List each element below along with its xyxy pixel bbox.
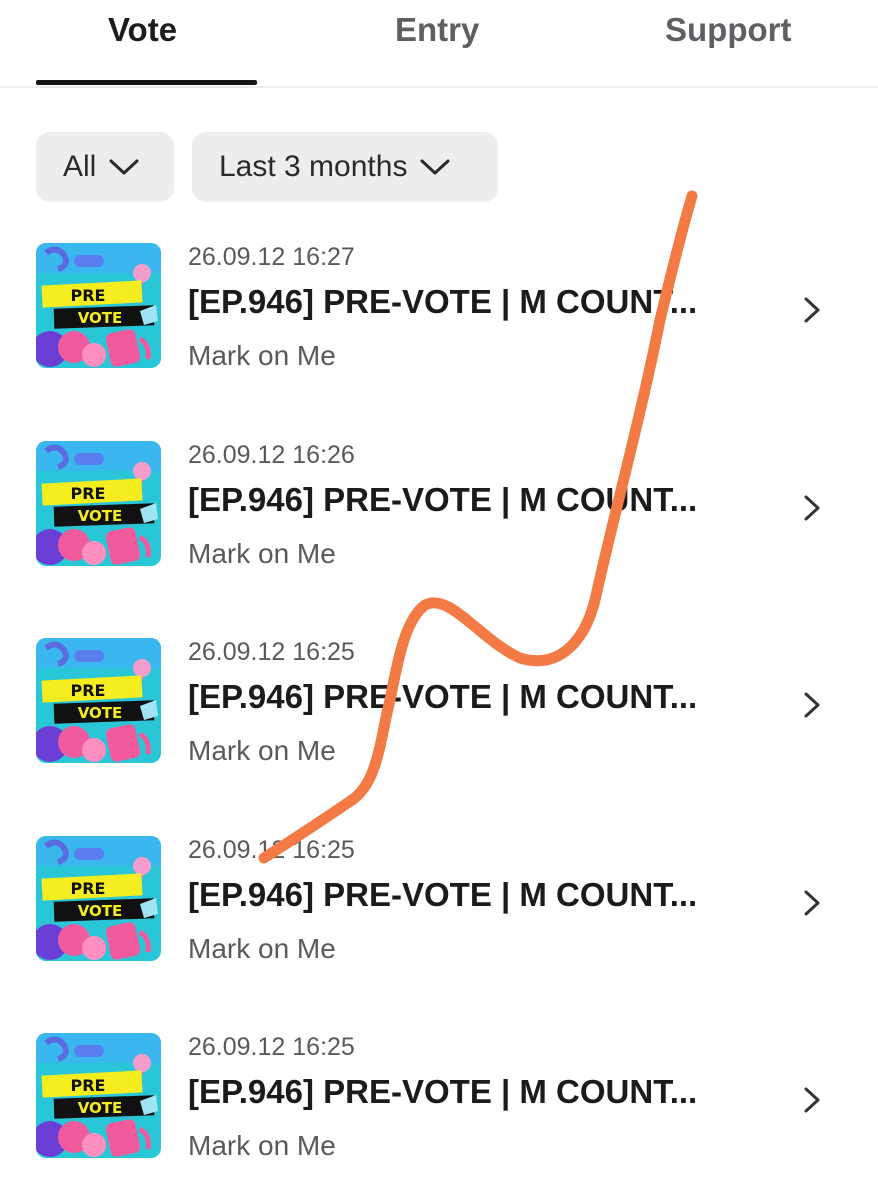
item-date: 26.09.12 16:26 bbox=[188, 441, 355, 469]
item-title: [EP.946] PRE-VOTE | M COUNT... bbox=[188, 1073, 698, 1110]
list-item[interactable]: PRE VOTE 26.09.12 16:25 [EP.946] PRE-VOTE… bbox=[0, 836, 878, 1006]
filter-period-label: Last 3 months bbox=[219, 150, 408, 183]
item-date: 26.09.12 16:25 bbox=[188, 1033, 355, 1061]
item-date: 26.09.12 16:25 bbox=[188, 836, 355, 864]
list-item[interactable]: PRE VOTE 26.09.12 16:25 [EP.946] PRE-VOTE… bbox=[0, 638, 878, 808]
vote-thumbnail: PRE VOTE bbox=[36, 638, 161, 763]
thumb-line1: PRE bbox=[71, 484, 106, 503]
vote-thumbnail: PRE VOTE bbox=[36, 836, 161, 961]
item-title: [EP.946] PRE-VOTE | M COUNT... bbox=[188, 876, 698, 913]
item-date: 26.09.12 16:25 bbox=[188, 638, 355, 666]
tab-support[interactable]: Support bbox=[665, 10, 791, 50]
item-artist: Mark on Me bbox=[188, 538, 336, 569]
item-title: [EP.946] PRE-VOTE | M COUNT... bbox=[188, 481, 698, 518]
vote-thumbnail: PRE VOTE bbox=[36, 1033, 161, 1158]
item-artist: Mark on Me bbox=[188, 933, 336, 964]
tab-bar: Vote Entry Support bbox=[0, 0, 878, 88]
thumb-line1: PRE bbox=[71, 681, 106, 700]
filter-type-label: All bbox=[63, 150, 97, 183]
tab-entry[interactable]: Entry bbox=[395, 10, 479, 50]
thumb-line1: PRE bbox=[71, 879, 106, 898]
item-title: [EP.946] PRE-VOTE | M COUNT... bbox=[188, 283, 698, 320]
thumb-line1: PRE bbox=[71, 1076, 106, 1095]
thumb-line2: VOTE bbox=[78, 507, 123, 525]
tab-vote[interactable]: Vote bbox=[108, 10, 177, 50]
chevron-down-icon bbox=[419, 157, 451, 177]
item-artist: Mark on Me bbox=[188, 340, 336, 371]
thumb-line1: PRE bbox=[71, 286, 106, 305]
chevron-down-icon bbox=[108, 157, 140, 177]
list-item[interactable]: PRE VOTE 26.09.12 16:27 [EP.946] PRE-VOTE… bbox=[0, 243, 878, 413]
list-item[interactable]: PRE VOTE 26.09.12 16:25 [EP.946] PRE-VOTE… bbox=[0, 1033, 878, 1200]
chevron-right-icon[interactable] bbox=[800, 295, 824, 325]
item-title: [EP.946] PRE-VOTE | M COUNT... bbox=[188, 678, 698, 715]
item-artist: Mark on Me bbox=[188, 1130, 336, 1161]
thumb-line2: VOTE bbox=[78, 309, 123, 327]
active-tab-indicator bbox=[36, 80, 257, 85]
chevron-right-icon[interactable] bbox=[800, 1085, 824, 1115]
chevron-right-icon[interactable] bbox=[800, 888, 824, 918]
vote-thumbnail: PRE VOTE bbox=[36, 441, 161, 566]
thumb-line2: VOTE bbox=[78, 902, 123, 920]
chevron-right-icon[interactable] bbox=[800, 493, 824, 523]
vote-thumbnail: PRE VOTE bbox=[36, 243, 161, 368]
item-date: 26.09.12 16:27 bbox=[188, 243, 355, 271]
filter-type-dropdown[interactable]: All bbox=[36, 132, 174, 202]
filter-period-dropdown[interactable]: Last 3 months bbox=[192, 132, 498, 202]
chevron-right-icon[interactable] bbox=[800, 690, 824, 720]
item-artist: Mark on Me bbox=[188, 735, 336, 766]
thumb-line2: VOTE bbox=[78, 704, 123, 722]
list-item[interactable]: PRE VOTE 26.09.12 16:26 [EP.946] PRE-VOTE… bbox=[0, 441, 878, 611]
thumb-line2: VOTE bbox=[78, 1099, 123, 1117]
